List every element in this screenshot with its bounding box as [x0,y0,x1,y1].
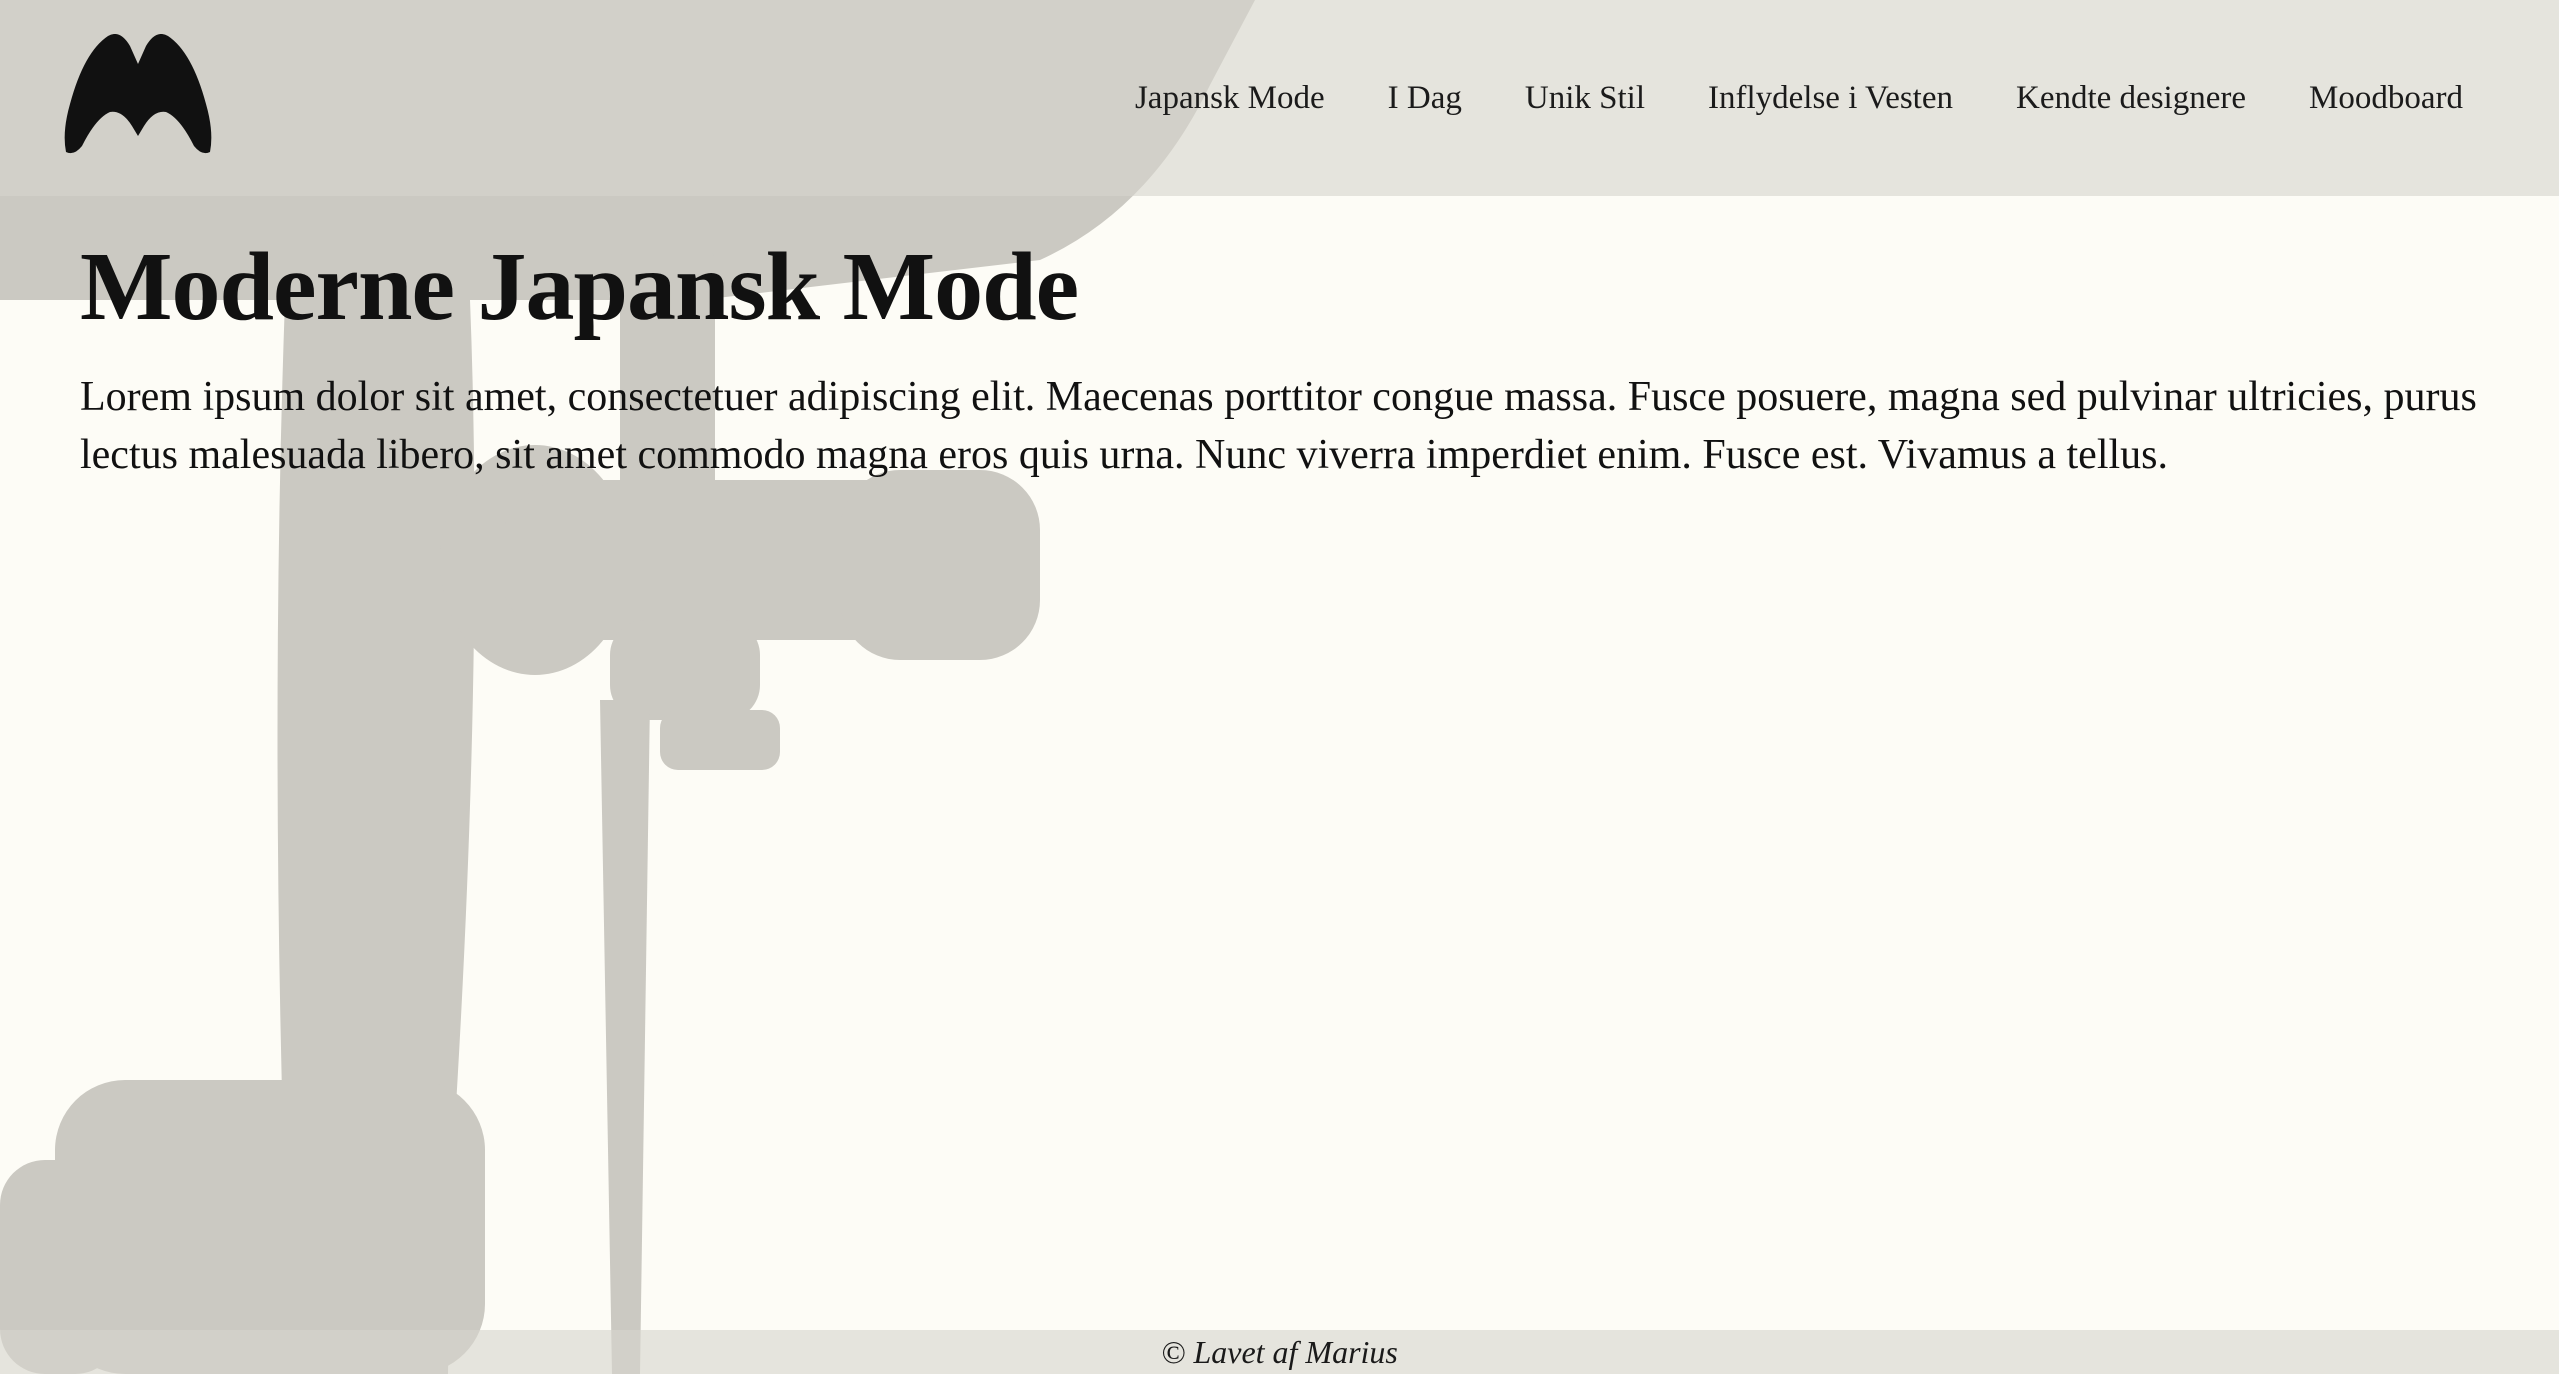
site-header: Japansk Mode I Dag Unik Stil Inflydelse … [0,0,2559,196]
nav-link-japansk-mode[interactable]: Japansk Mode [1135,74,1325,122]
nav-link-inflydelse-i-vesten[interactable]: Inflydelse i Vesten [1708,74,1953,122]
nav-link-moodboard[interactable]: Moodboard [2309,74,2463,122]
nav-link-kendte-designere[interactable]: Kendte designere [2016,74,2246,122]
main-content: Moderne Japansk Mode Lorem ipsum dolor s… [80,228,2490,484]
site-footer: © Lavet af Marius [0,1330,2559,1374]
page: Japansk Mode I Dag Unik Stil Inflydelse … [0,0,2559,1374]
m-logo-icon[interactable] [62,34,214,158]
page-title: Moderne Japansk Mode [80,233,1079,341]
footer-credit: © Lavet af Marius [1161,1334,1398,1370]
background-camera-rig-image [0,0,1255,1374]
intro-paragraph: Lorem ipsum dolor sit amet, consectetuer… [80,374,2477,478]
main-navigation: Japansk Mode I Dag Unik Stil Inflydelse … [1135,74,2463,122]
nav-link-unik-stil[interactable]: Unik Stil [1525,74,1645,122]
nav-link-i-dag[interactable]: I Dag [1388,74,1462,122]
